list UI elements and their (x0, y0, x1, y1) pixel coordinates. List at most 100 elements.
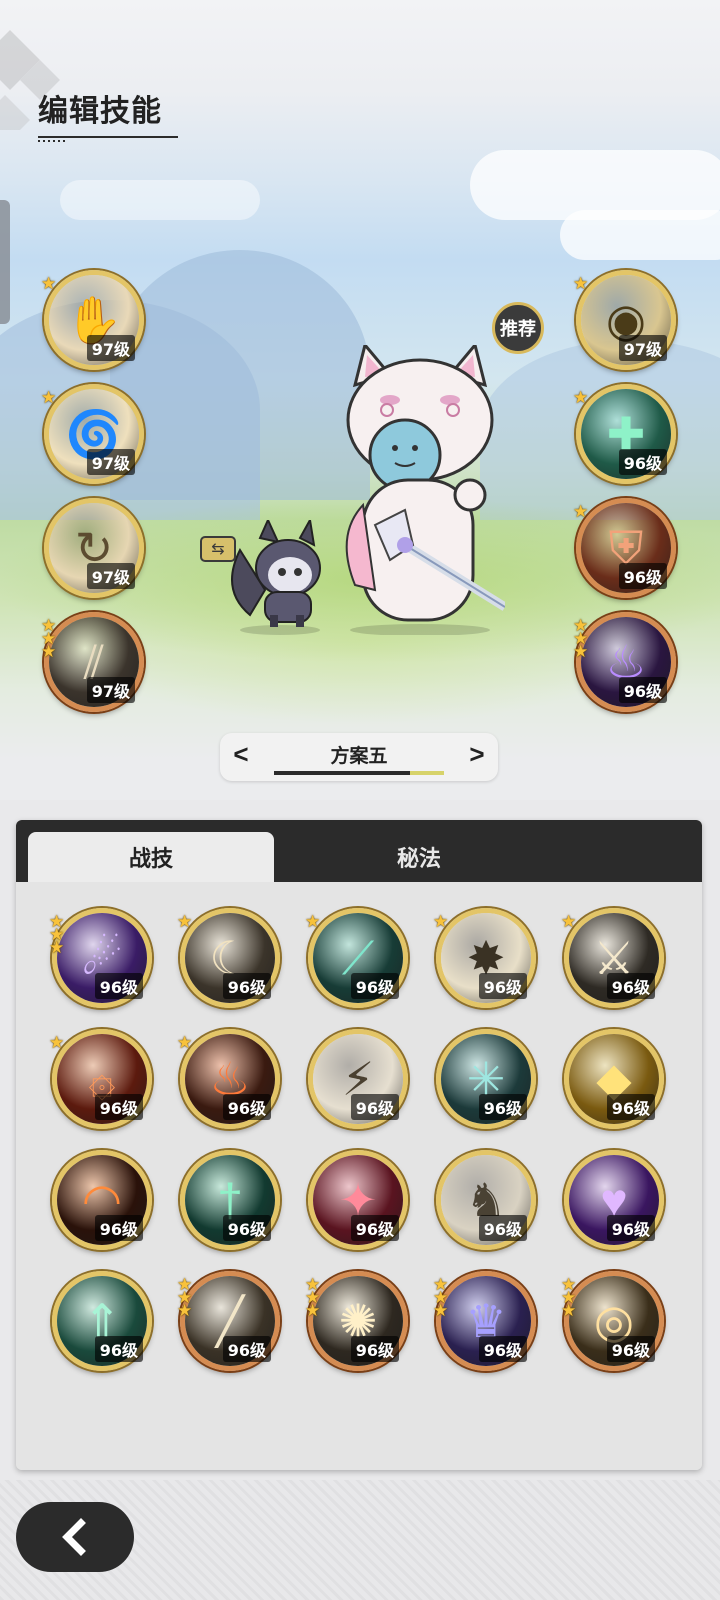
skill-slot[interactable]: ✺ ★ ★ ★ 96级 (305, 1271, 408, 1371)
skill-slot[interactable]: ◎ ★ ★ ★ 96级 (561, 1271, 664, 1371)
skill-level: 96级 (618, 563, 667, 589)
skill-slot[interactable]: ✸ ★ 96级 (433, 908, 536, 1008)
tab-secret-arts[interactable]: 秘法 (296, 832, 542, 882)
star-rank: ★ (573, 274, 589, 293)
star-rank: ★ (561, 912, 577, 931)
skill-level: 97级 (86, 677, 135, 703)
skill-slot[interactable]: 🌀 ★ 97级 (41, 384, 144, 484)
star-icon: ★ (573, 274, 589, 293)
skill-slot[interactable]: ◉ ★ 97级 (573, 270, 676, 370)
tab-combat-skills[interactable]: 战技 (28, 832, 274, 882)
star-icon: ★ (561, 1301, 577, 1320)
star-rank: ★ (41, 388, 57, 407)
skill-slot[interactable]: ✚ ★ 96级 (573, 384, 676, 484)
skill-level: 97级 (86, 563, 135, 589)
skill-slot[interactable]: ◠ 96级 (52, 1150, 152, 1250)
skill-slot[interactable]: † 96级 (180, 1150, 280, 1250)
skill-level: 96级 (606, 1336, 655, 1362)
skill-slot[interactable]: ۞ ★ 96级 (49, 1029, 152, 1129)
pet-companion-fox[interactable] (230, 520, 330, 635)
star-rank: ★ ★ ★ (49, 913, 65, 957)
star-icon: ★ (433, 1301, 449, 1320)
skill-slot[interactable]: ⚡ 96级 (308, 1029, 408, 1129)
star-icon: ★ (573, 642, 589, 661)
skill-slot[interactable]: ♞ 96级 (436, 1150, 536, 1250)
skill-slot[interactable]: ⟋ ★ 96级 (305, 908, 408, 1008)
plan-indicator-highlight (410, 771, 444, 775)
star-icon: ★ (41, 388, 57, 407)
skill-level: 96级 (350, 1094, 399, 1120)
skill-slot[interactable]: ◆ 96级 (564, 1029, 664, 1129)
cloud (60, 180, 260, 220)
star-rank: ★ (305, 912, 321, 931)
skill-slot[interactable]: ♥ 96级 (564, 1150, 664, 1250)
skill-slot[interactable]: ♨ ★ 96级 (177, 1029, 280, 1129)
star-rank: ★ (177, 912, 193, 931)
star-rank: ★ (433, 912, 449, 931)
skill-level: 97级 (86, 449, 135, 475)
star-icon: ★ (573, 502, 589, 521)
skill-slot[interactable]: ⇑ 96级 (52, 1271, 152, 1371)
skill-level: 96级 (606, 1215, 655, 1241)
mountain-backdrop (110, 250, 370, 500)
skill-slot[interactable]: ⫽ ★ ★ ★ 97级 (41, 612, 144, 712)
skill-slot[interactable]: ↻ 97级 (44, 498, 144, 598)
side-drawer-handle[interactable] (0, 200, 10, 324)
page-title: 编辑技能 (38, 95, 162, 128)
skill-slot[interactable]: ✦ 96级 (308, 1150, 408, 1250)
skill-level: 96级 (606, 1094, 655, 1120)
skill-slot[interactable]: ⛨ ★ 96级 (573, 498, 676, 598)
page-header: 编辑技能 (38, 86, 178, 142)
skill-slot[interactable]: ♛ ★ ★ ★ 96级 (433, 1271, 536, 1371)
skill-level: 96级 (350, 1215, 399, 1241)
skill-grid: ☄ ★ ★ ★ 96级 ☾ ★ 96级 ⟋ ★ 96级 ✸ ★ 96级 ⚔ ★ 96级 ۞ ★ 96级 ♨ ★ 96级 ⚡ 96… (16, 882, 702, 1470)
skill-slot[interactable]: ☾ ★ 96级 (177, 908, 280, 1008)
skill-level: 96级 (618, 677, 667, 703)
title-underline (38, 136, 178, 142)
star-icon: ★ (433, 912, 449, 931)
skill-slot[interactable]: ✳ 96级 (436, 1029, 536, 1129)
plan-page-indicator (274, 771, 444, 775)
skill-level: 97级 (86, 335, 135, 361)
star-icon: ★ (177, 1033, 193, 1052)
star-icon: ★ (41, 274, 57, 293)
star-icon: ★ (177, 912, 193, 931)
skill-level: 96级 (94, 1094, 143, 1120)
cloud (560, 210, 720, 260)
back-arrow-icon (62, 1518, 86, 1556)
next-plan-button[interactable]: > (462, 739, 492, 770)
skill-level: 96级 (606, 973, 655, 999)
star-icon: ★ (561, 912, 577, 931)
star-rank: ★ (573, 502, 589, 521)
star-rank: ★ (573, 389, 588, 406)
skill-level: 97级 (618, 335, 667, 361)
skill-level: 96级 (222, 973, 271, 999)
star-rank: ★ ★ ★ (41, 617, 56, 660)
star-rank: ★ (49, 1034, 64, 1051)
back-button[interactable] (16, 1502, 134, 1572)
skill-level: 96级 (478, 1215, 527, 1241)
skill-level: 96级 (94, 1215, 143, 1241)
swap-pet-icon[interactable]: ⇆ (200, 536, 236, 562)
star-rank: ★ ★ ★ (561, 1276, 577, 1320)
star-icon: ★ (305, 912, 321, 931)
skill-level: 96级 (222, 1336, 271, 1362)
skill-level: 96级 (618, 449, 667, 475)
skill-level: 96级 (222, 1215, 271, 1241)
skill-slot[interactable]: ╱ ★ ★ ★ 96级 (177, 1271, 280, 1371)
plan-indicator-fill (274, 771, 410, 775)
skill-slot[interactable]: ☄ ★ ★ ★ 96级 (49, 908, 152, 1008)
skill-level: 96级 (478, 973, 527, 999)
plan-selector: < 方案五 > (220, 733, 498, 781)
skill-level: 96级 (478, 1336, 527, 1362)
skill-level: 96级 (478, 1094, 527, 1120)
skill-level: 96级 (94, 973, 143, 999)
player-character-cat[interactable] (335, 345, 505, 635)
skill-slot[interactable]: ⚔ ★ 96级 (561, 908, 664, 1008)
skill-level: 96级 (222, 1094, 271, 1120)
skill-level: 96级 (94, 1336, 143, 1362)
star-icon: ★ (49, 938, 65, 957)
skill-slot[interactable]: ♨ ★ ★ ★ 96级 (573, 612, 676, 712)
plan-name: 方案五 (330, 746, 388, 767)
skill-slot[interactable]: ✋ ★ 97级 (41, 270, 144, 370)
